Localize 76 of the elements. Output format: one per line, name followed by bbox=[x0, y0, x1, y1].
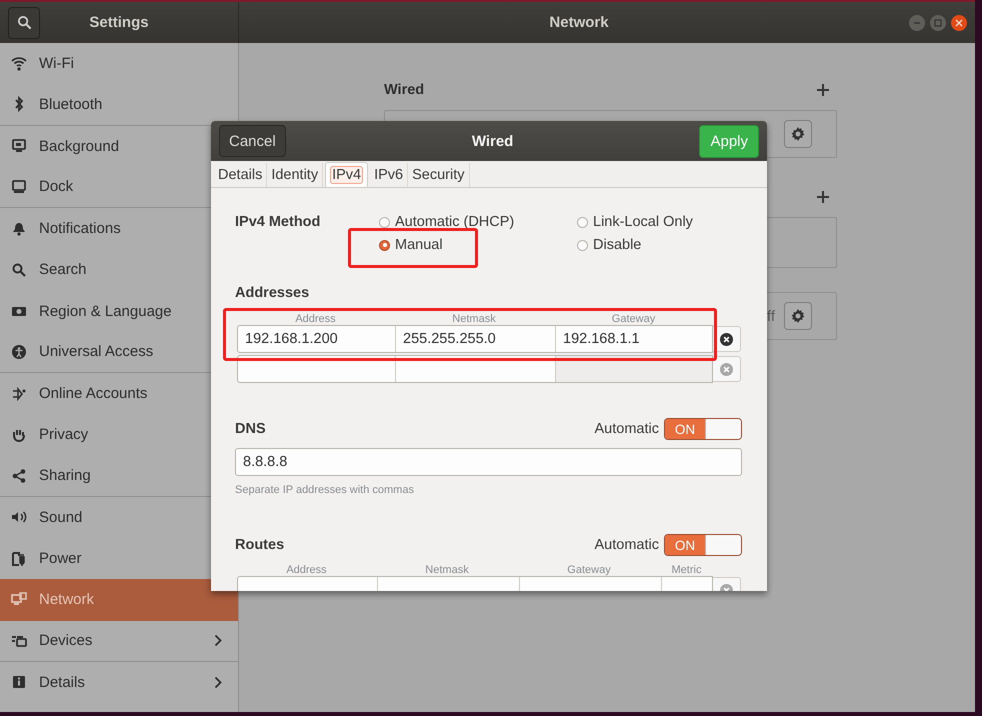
window-title: Network bbox=[548, 14, 610, 31]
radio-label[interactable]: Automatic (DHCP) bbox=[395, 214, 514, 230]
sidebar-item[interactable]: Search bbox=[0, 249, 211, 290]
sidebar-item[interactable]: Wi-Fi bbox=[0, 43, 238, 84]
column-header: Netmask bbox=[424, 564, 470, 576]
share-icon bbox=[11, 468, 27, 484]
settings-button[interactable] bbox=[784, 302, 812, 330]
section-title: Addresses bbox=[235, 285, 310, 301]
column-header: Address bbox=[285, 564, 328, 576]
tab[interactable]: Identity bbox=[267, 163, 324, 187]
section-title: Wired bbox=[384, 82, 424, 98]
gear-icon bbox=[790, 308, 806, 324]
field-label: IPv4 Method bbox=[235, 214, 322, 230]
dns-field[interactable]: 8.8.8.8 bbox=[235, 448, 742, 476]
close-icon bbox=[955, 18, 963, 26]
sidebar-item[interactable]: Devices bbox=[0, 620, 238, 662]
add-icon[interactable] bbox=[817, 191, 829, 203]
radio-label[interactable]: Manual bbox=[395, 237, 443, 253]
column-header: Gateway bbox=[610, 313, 656, 325]
plug-icon bbox=[11, 550, 27, 567]
radio-button[interactable] bbox=[577, 216, 588, 228]
tab[interactable]: IPv4 bbox=[325, 162, 368, 187]
speaker-icon bbox=[11, 509, 27, 526]
sidebar-item[interactable]: Online Accounts bbox=[0, 373, 211, 414]
monitor-icon bbox=[11, 178, 27, 195]
wifi-icon bbox=[11, 56, 27, 72]
minimize-button[interactable] bbox=[909, 14, 925, 30]
sidebar-item[interactable]: Notifications bbox=[0, 208, 211, 250]
maximize-icon bbox=[934, 18, 942, 26]
monitor-icon bbox=[11, 138, 27, 154]
radio-label[interactable]: Link-Local Only bbox=[593, 214, 693, 230]
radio-button[interactable] bbox=[379, 240, 390, 250]
status-text: ff bbox=[766, 308, 775, 324]
settings-button[interactable] bbox=[784, 120, 812, 148]
bell-icon bbox=[11, 220, 27, 237]
sidebar-item[interactable]: Background bbox=[0, 126, 211, 167]
close-icon bbox=[720, 332, 733, 346]
add-icon[interactable] bbox=[817, 84, 829, 96]
sidebar-title: Settings bbox=[88, 14, 150, 31]
sidebar-item[interactable]: Privacy bbox=[0, 414, 211, 456]
column-header: Metric bbox=[670, 564, 702, 576]
gear-icon bbox=[790, 126, 806, 142]
radio-button[interactable] bbox=[379, 216, 390, 228]
toggle-label: Automatic bbox=[594, 421, 659, 437]
sidebar-item[interactable]: Region & Language bbox=[0, 290, 211, 332]
tab[interactable]: Details bbox=[214, 163, 268, 187]
share-icon bbox=[11, 386, 27, 402]
close-icon bbox=[720, 362, 733, 376]
chevron-right-icon bbox=[214, 634, 222, 648]
close-button[interactable] bbox=[951, 14, 967, 30]
sidebar-item[interactable]: Sound bbox=[0, 496, 211, 538]
radio-button[interactable] bbox=[577, 240, 588, 250]
dialog-title: Wired bbox=[472, 132, 514, 150]
section-title: Routes bbox=[235, 537, 284, 553]
toggle-switch[interactable]: ON bbox=[664, 418, 742, 440]
cancel-button[interactable]: Cancel bbox=[219, 125, 286, 157]
section-title: DNS bbox=[235, 421, 266, 437]
sidebar-item[interactable]: Power bbox=[0, 538, 211, 580]
search-button[interactable] bbox=[8, 6, 40, 38]
sidebar-item[interactable]: Details bbox=[0, 662, 238, 703]
info-icon bbox=[11, 674, 27, 690]
column-header: Gateway bbox=[566, 564, 612, 576]
hint-text: Separate IP addresses with commas bbox=[235, 484, 415, 496]
chevron-right-icon bbox=[214, 676, 222, 689]
column-header: Address bbox=[294, 313, 337, 325]
toggle-switch[interactable]: ON bbox=[664, 534, 742, 556]
column-header: Netmask bbox=[451, 313, 497, 325]
radio-label[interactable]: Disable bbox=[593, 237, 642, 253]
toggle-label: Automatic bbox=[594, 537, 659, 553]
search-icon bbox=[16, 15, 32, 30]
search-icon bbox=[11, 262, 27, 278]
network-icon bbox=[11, 592, 27, 608]
tab[interactable]: Security bbox=[408, 163, 470, 187]
maximize-button[interactable] bbox=[930, 14, 946, 30]
person-icon bbox=[11, 344, 27, 360]
tab[interactable]: IPv6 bbox=[370, 163, 408, 187]
